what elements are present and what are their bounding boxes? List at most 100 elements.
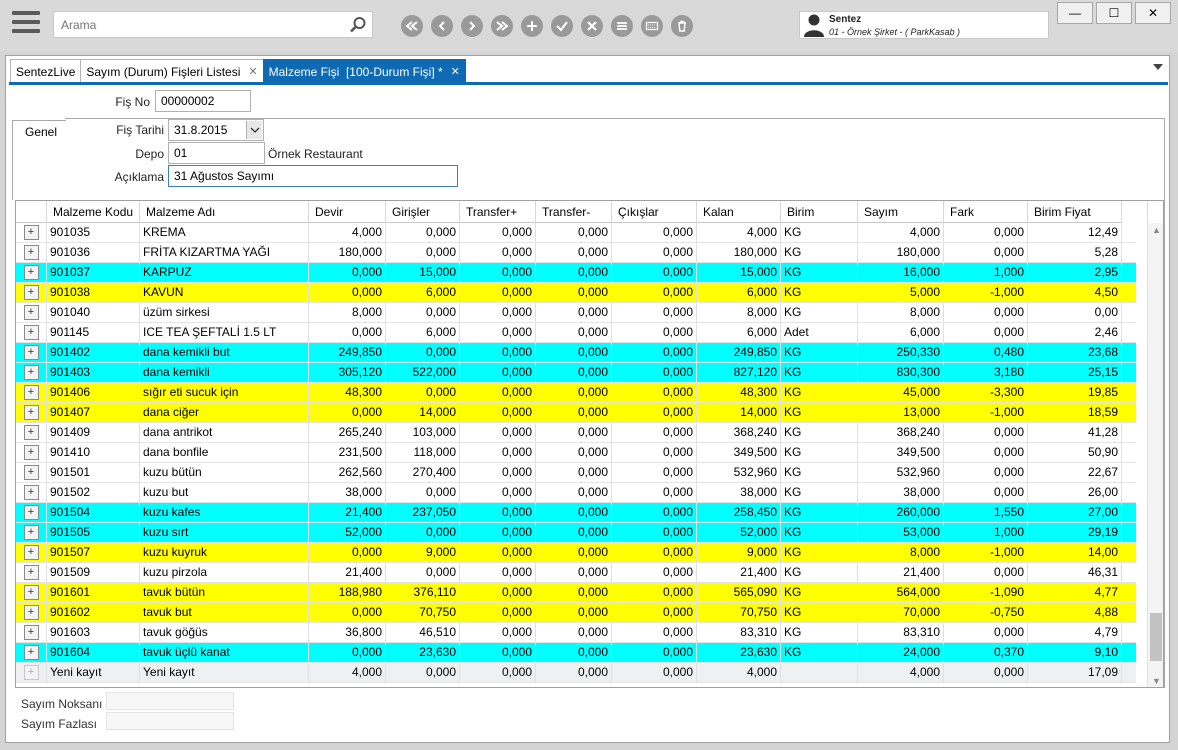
cell-sayim[interactable]: 6,000 [858,323,944,342]
cell-ad[interactable]: tavuk bütün [140,583,309,602]
scroll-thumb[interactable] [1150,613,1162,661]
row-expander[interactable]: + [16,343,47,362]
cell-kod[interactable]: Yeni kayıt [47,663,140,682]
cell-tplus[interactable]: 0,000 [460,363,536,382]
table-row[interactable]: +901505 kuzu sırt 52,000 0,000 0,000 0,000 0,0… [16,523,1136,543]
cell-tplus[interactable]: 0,000 [460,663,536,682]
cell-cikis[interactable]: 0,000 [612,463,697,482]
cell-kod[interactable]: 901036 [47,243,140,262]
cell-tminus[interactable]: 0,000 [536,303,612,322]
cell-tplus[interactable]: 0,000 [460,563,536,582]
column-header[interactable]: Birim Fiyat [1028,201,1122,223]
cell-fiyat[interactable]: 29,19 [1028,523,1122,542]
cell-kod[interactable]: 901501 [47,463,140,482]
cell-sayim[interactable]: 830,300 [858,363,944,382]
column-header[interactable]: Birim [781,201,858,223]
cell-ad[interactable]: Yeni kayıt [140,663,309,682]
column-header[interactable]: Malzeme Kodu [47,201,140,223]
cell-giris[interactable]: 0,000 [386,483,460,502]
cell-fiyat[interactable]: 4,50 [1028,283,1122,302]
cell-kod[interactable]: 901410 [47,443,140,462]
cell-devir[interactable]: 0,000 [309,603,386,622]
row-expander[interactable]: + [16,383,47,402]
cell-fark[interactable]: 0,000 [944,563,1028,582]
expand-plus-icon[interactable]: + [23,465,39,480]
expand-plus-icon[interactable]: + [23,265,39,280]
cell-giris[interactable]: 6,000 [386,323,460,342]
cell-fark[interactable]: 0,000 [944,303,1028,322]
expand-plus-icon[interactable]: + [23,585,39,600]
cell-devir[interactable]: 21,400 [309,563,386,582]
cell-sayim[interactable]: 532,960 [858,463,944,482]
cell-kod[interactable]: 901407 [47,403,140,422]
tab-genel[interactable]: Genel [12,120,66,200]
row-expander[interactable]: + [16,643,47,662]
hamburger-menu-icon[interactable] [12,11,40,37]
cell-cikis[interactable]: 0,000 [612,363,697,382]
cell-birim[interactable]: KG [781,483,858,502]
tab-menu-chevron-icon[interactable] [1153,64,1163,70]
table-row[interactable]: +901402 dana kemikli but 249,850 0,000 0,000… [16,343,1136,363]
cell-tplus[interactable]: 0,000 [460,503,536,522]
expand-plus-icon[interactable]: + [23,245,39,260]
fis-no-field[interactable]: 00000002 [155,90,251,112]
expand-plus-icon[interactable]: + [23,525,39,540]
new-record-row[interactable]: + Yeni kayıt Yeni kayıt 4,000 0,000 0,000 0,00… [16,663,1136,683]
cell-kod[interactable]: 901402 [47,343,140,362]
cell-sayim[interactable]: 260,000 [858,503,944,522]
cell-tminus[interactable]: 0,000 [536,463,612,482]
cell-kalan[interactable]: 368,240 [697,423,781,442]
cell-ad[interactable]: dana antrikot [140,423,309,442]
cell-tplus[interactable]: 0,000 [460,263,536,282]
expand-plus-icon[interactable]: + [23,405,39,420]
expand-plus-icon[interactable]: + [23,545,39,560]
cell-devir[interactable]: 231,500 [309,443,386,462]
cell-fark[interactable]: 0,370 [944,643,1028,662]
column-header[interactable]: Çıkışlar [612,201,697,223]
cell-ad[interactable]: dana ciğer [140,403,309,422]
cell-sayim[interactable]: 4,000 [858,663,944,682]
search-icon[interactable] [348,15,368,35]
cell-sayim[interactable]: 5,000 [858,283,944,302]
cell-giris[interactable]: 118,000 [386,443,460,462]
cell-cikis[interactable]: 0,000 [612,603,697,622]
confirm-icon[interactable] [551,15,573,37]
cell-birim[interactable]: KG [781,263,858,282]
cell-ad[interactable]: dana kemikli but [140,343,309,362]
cell-kod[interactable]: 901145 [47,323,140,342]
cell-kod[interactable]: 901406 [47,383,140,402]
cell-fiyat[interactable]: 46,31 [1028,563,1122,582]
cell-kod[interactable]: 901604 [47,643,140,662]
cell-giris[interactable]: 0,000 [386,343,460,362]
cell-devir[interactable]: 0,000 [309,643,386,662]
cell-fiyat[interactable]: 2,46 [1028,323,1122,342]
cell-cikis[interactable]: 0,000 [612,523,697,542]
cell-tminus[interactable]: 0,000 [536,543,612,562]
cell-giris[interactable]: 103,000 [386,423,460,442]
cell-sayim[interactable]: 21,400 [858,563,944,582]
cell-sayim[interactable]: 250,330 [858,343,944,362]
cell-kod[interactable]: 901603 [47,623,140,642]
cell-ad[interactable]: sığır eti sucuk için [140,383,309,402]
cell-tminus[interactable]: 0,000 [536,363,612,382]
maximize-button[interactable]: ☐ [1096,2,1132,24]
close-button[interactable]: ✕ [1135,2,1171,24]
row-expander[interactable]: + [16,623,47,642]
cell-fark[interactable]: 0,000 [944,623,1028,642]
expand-plus-icon[interactable]: + [23,505,39,520]
table-row[interactable]: +901501 kuzu bütün 262,560 270,400 0,000 0,00… [16,463,1136,483]
cell-ad[interactable]: kuzu kuyruk [140,543,309,562]
cell-kalan[interactable]: 4,000 [697,663,781,682]
row-expander[interactable]: + [16,543,47,562]
cell-birim[interactable]: KG [781,303,858,322]
cancel-icon[interactable] [581,15,603,37]
cell-birim[interactable]: KG [781,243,858,262]
keyboard-icon[interactable] [641,15,663,37]
cell-cikis[interactable]: 0,000 [612,503,697,522]
cell-devir[interactable]: 188,980 [309,583,386,602]
cell-giris[interactable]: 70,750 [386,603,460,622]
cell-tminus[interactable]: 0,000 [536,523,612,542]
table-row[interactable]: +901037 KARPUZ 0,000 15,000 0,000 0,000 0,000 1… [16,263,1136,283]
cell-giris[interactable]: 270,400 [386,463,460,482]
fis-tarihi-field[interactable]: 31.8.2015 [168,119,264,141]
